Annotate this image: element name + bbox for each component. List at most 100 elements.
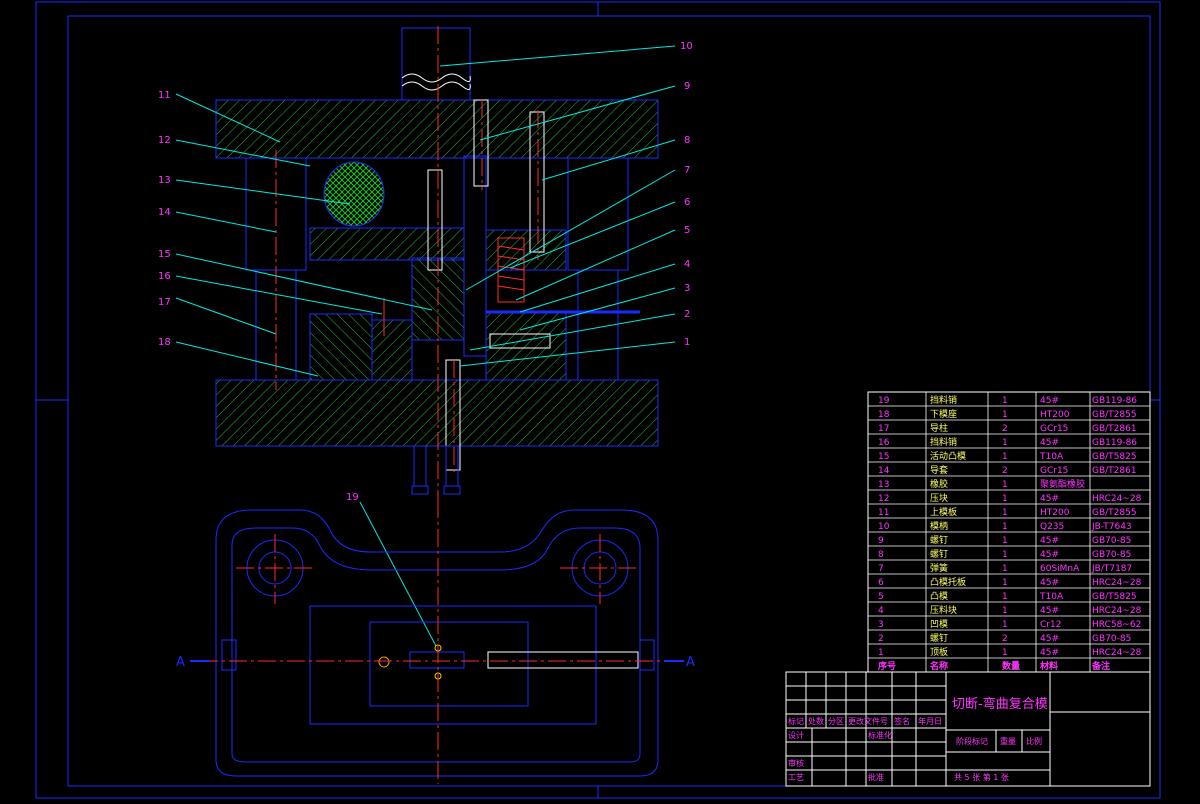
bom-cell-material: 聚氨酯橡胶 <box>1040 478 1085 490</box>
bom-cell-qty: 1 <box>1002 592 1008 602</box>
bom-cell-no: 14 <box>878 466 890 476</box>
bom-cell-no: 6 <box>878 578 884 588</box>
bom-cell-material: 60SiMnA <box>1040 564 1080 574</box>
bom-cell-qty: 1 <box>1002 578 1008 588</box>
approve-label: 批准 <box>868 772 884 782</box>
callout-17: 17 <box>158 297 171 308</box>
bom-cell-material: Q235 <box>1040 522 1064 532</box>
section-mark-right: A <box>686 655 695 670</box>
bom-cell-material: 45# <box>1040 648 1059 658</box>
bom-cell-name: 弹簧 <box>930 562 948 574</box>
bom-cell-no: 19 <box>878 396 890 406</box>
bom-cell-material: HT200 <box>1040 410 1070 420</box>
bom-cell-qty: 1 <box>1002 522 1008 532</box>
bom-cell-no: 2 <box>878 634 884 644</box>
callout-7: 7 <box>684 165 690 176</box>
callout-13: 13 <box>158 175 171 186</box>
callout-15: 15 <box>158 249 171 260</box>
bom-cell-qty: 2 <box>1002 424 1008 434</box>
bom-cell-material: 45# <box>1040 396 1059 406</box>
bom-cell-remark: JB-T7643 <box>1091 522 1132 532</box>
callout-8: 8 <box>684 135 690 146</box>
bom-cell-no: 5 <box>878 592 884 602</box>
callout-10: 10 <box>680 41 693 52</box>
review-label: 审核 <box>788 758 804 768</box>
bom-cell-no: 10 <box>878 522 890 532</box>
bom-cell-remark: HRC24~28 <box>1092 606 1142 616</box>
bom-cell-material: 45# <box>1040 536 1059 546</box>
design-label: 设计 <box>788 730 804 740</box>
bom-cell-qty: 2 <box>1002 634 1008 644</box>
rev-header-zone: 分区 <box>828 717 844 726</box>
bom-cell-name: 橡胶 <box>930 478 948 490</box>
bom-cell-name: 导套 <box>930 464 948 476</box>
bom-cell-qty: 1 <box>1002 620 1008 630</box>
bom-header-material: 材料 <box>1039 660 1058 672</box>
callout-19: 19 <box>346 492 359 503</box>
plan-view <box>215 509 659 777</box>
bom-cell-material: 45# <box>1040 578 1059 588</box>
bom-cell-remark: HRC24~28 <box>1092 494 1142 504</box>
bom-cell-material: 45# <box>1040 550 1059 560</box>
bom-cell-remark: GB70-85 <box>1092 634 1131 644</box>
bom-cell-remark: GB70-85 <box>1092 536 1131 546</box>
bom-cell-remark: GB/T5825 <box>1092 592 1137 602</box>
bom-cell-no: 11 <box>878 508 889 518</box>
bom-cell-name: 螺钉 <box>930 535 948 546</box>
bom-cell-remark: GB/T2861 <box>1092 424 1137 434</box>
title-block: 切断-弯曲复合模 标记 处数 分区 更改文件号 签名 年月日 设计 标准化 审核… <box>785 671 1151 787</box>
bom-cell-qty: 1 <box>1002 550 1008 560</box>
bom-cell-qty: 1 <box>1002 508 1008 518</box>
bom-cell-qty: 1 <box>1002 396 1008 406</box>
bill-of-materials: 19 挡料销 1 45# GB119-8618 下模座 1 HT200 GB/T285517 导柱… <box>867 391 1151 673</box>
callout-12: 12 <box>158 135 171 146</box>
callout-9: 9 <box>684 81 690 92</box>
bom-cell-name: 凹模 <box>930 619 948 630</box>
bom-cell-material: 45# <box>1040 634 1059 644</box>
bom-cell-material: GCr15 <box>1040 424 1068 434</box>
bom-cell-qty: 1 <box>1002 564 1008 574</box>
bom-cell-remark: GB/T2855 <box>1092 410 1137 420</box>
bom-cell-name: 压块 <box>930 492 948 504</box>
bom-cell-no: 18 <box>878 410 890 420</box>
bom-cell-name: 挡料销 <box>930 394 957 406</box>
weight-label: 重量 <box>1000 736 1016 746</box>
section-mark-left: A <box>176 655 185 670</box>
scale-label: 比例 <box>1026 736 1042 746</box>
bom-cell-no: 1 <box>878 648 884 658</box>
bom-cell-material: T10A <box>1039 592 1064 602</box>
bom-header-name: 名称 <box>930 660 948 672</box>
callout-2: 2 <box>684 309 690 320</box>
cad-drawing-canvas: 1 2 3 4 5 6 7 8 9 10 11 12 13 14 15 16 1… <box>0 0 1200 800</box>
rev-header-date: 年月日 <box>918 716 942 726</box>
bom-cell-material: Cr12 <box>1040 620 1061 630</box>
bom-cell-name: 凸模 <box>930 591 948 602</box>
bom-cell-name: 活动凸模 <box>930 450 966 462</box>
bom-cell-material: GCr15 <box>1040 466 1068 476</box>
bom-cell-name: 模柄 <box>930 520 948 532</box>
bom-cell-remark: GB119-86 <box>1092 396 1137 406</box>
bom-cell-qty: 1 <box>1002 452 1008 462</box>
bom-cell-qty: 1 <box>1002 648 1008 658</box>
rev-header-sign: 签名 <box>894 716 910 726</box>
bom-cell-material: 45# <box>1040 438 1059 448</box>
bom-cell-name: 导柱 <box>930 422 948 434</box>
callout-11: 11 <box>158 90 171 101</box>
plan-center-lines <box>200 500 670 784</box>
assembly-drawing: 1 2 3 4 5 6 7 8 9 10 11 12 13 14 15 16 1… <box>35 1 1161 799</box>
rev-header-count: 处数 <box>808 716 824 726</box>
callout-6: 6 <box>684 197 690 208</box>
rev-header-doc: 更改文件号 <box>848 716 888 726</box>
callout-5: 5 <box>684 225 690 236</box>
bom-cell-material: HT200 <box>1040 508 1070 518</box>
bom-cell-remark: GB70-85 <box>1092 550 1131 560</box>
callout-4: 4 <box>684 259 690 270</box>
bom-header-qty: 数量 <box>1002 660 1020 672</box>
bom-cell-no: 17 <box>878 424 889 434</box>
drawing-title: 切断-弯曲复合模 <box>952 696 1048 712</box>
bom-cell-name: 螺钉 <box>930 549 948 560</box>
bom-cell-qty: 1 <box>1002 410 1008 420</box>
rev-header-mark: 标记 <box>788 716 804 726</box>
bom-cell-name: 挡料销 <box>930 436 957 448</box>
bom-cell-name: 凸模托板 <box>930 576 966 588</box>
